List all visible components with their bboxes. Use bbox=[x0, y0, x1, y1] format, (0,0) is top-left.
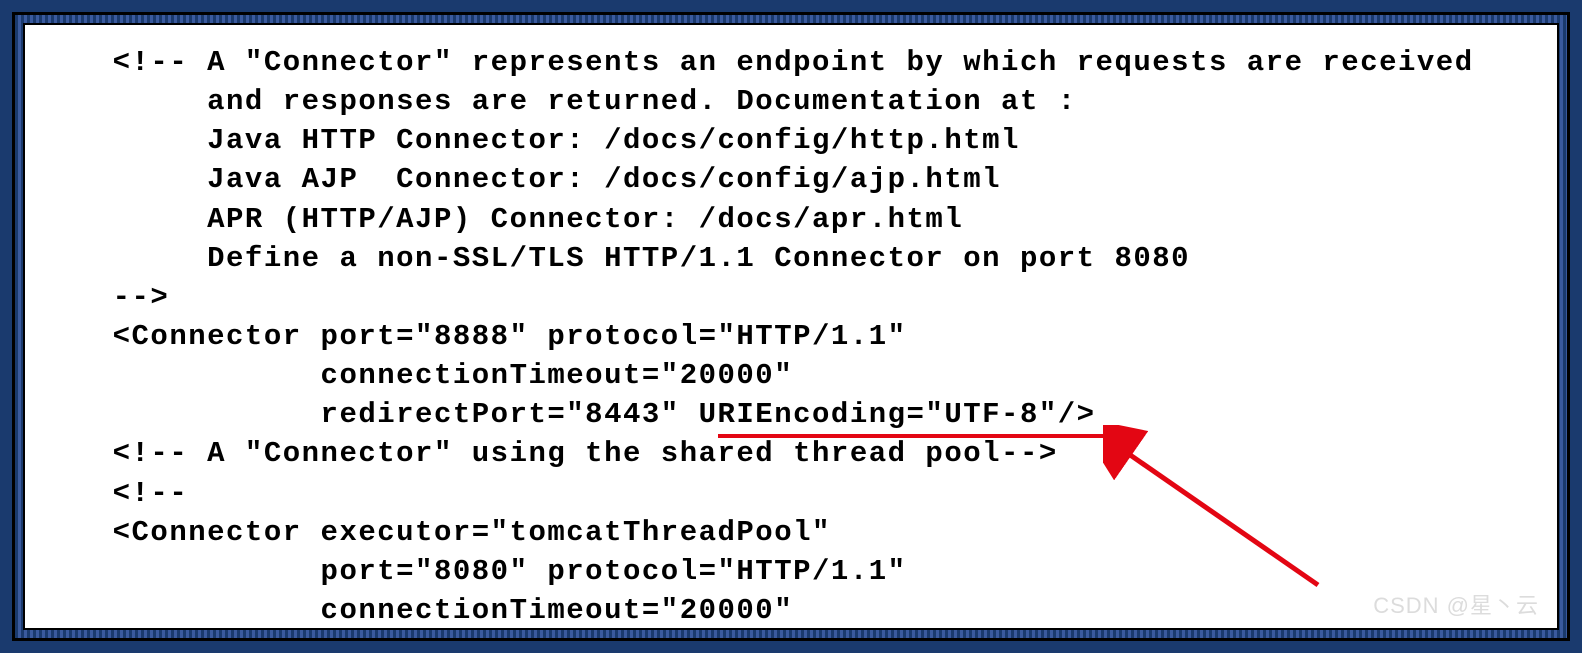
highlight-underline bbox=[718, 434, 1118, 438]
decorative-border: <!-- A "Connector" represents an endpoin… bbox=[12, 12, 1570, 641]
code-line: APR (HTTP/AJP) Connector: /docs/apr.html bbox=[37, 203, 963, 236]
code-line: Define a non-SSL/TLS HTTP/1.1 Connector … bbox=[37, 242, 1190, 275]
code-line: Java AJP Connector: /docs/config/ajp.htm… bbox=[37, 163, 1001, 196]
code-block: <!-- A "Connector" represents an endpoin… bbox=[37, 43, 1545, 630]
code-line: <!-- A "Connector" represents an endpoin… bbox=[37, 46, 1474, 79]
code-line: <!-- A "Connector" using the shared thre… bbox=[37, 437, 1058, 470]
code-line: and responses are returned. Documentatio… bbox=[37, 85, 1077, 118]
code-viewport: <!-- A "Connector" represents an endpoin… bbox=[23, 23, 1559, 630]
code-line: Java HTTP Connector: /docs/config/http.h… bbox=[37, 124, 1020, 157]
code-line: <Connector executor="tomcatThreadPool" bbox=[37, 516, 831, 549]
code-line: redirectPort="8443" URIEncoding="UTF-8"/… bbox=[37, 398, 1096, 431]
code-line: connectionTimeout="20000" bbox=[37, 359, 793, 392]
code-line: connectionTimeout="20000" bbox=[37, 594, 793, 627]
code-line: <!-- bbox=[37, 477, 188, 510]
code-line: <Connector port="8888" protocol="HTTP/1.… bbox=[37, 320, 907, 353]
code-line: --> bbox=[37, 281, 169, 314]
code-line: port="8080" protocol="HTTP/1.1" bbox=[37, 555, 907, 588]
watermark-text: CSDN @星丶云 bbox=[1373, 588, 1539, 620]
